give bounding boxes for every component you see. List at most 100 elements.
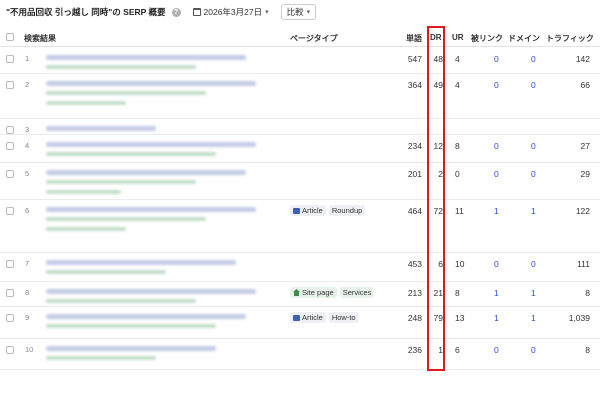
- select-all-checkbox[interactable]: [6, 33, 14, 41]
- row-checkbox[interactable]: [6, 260, 14, 268]
- page-subtype-tag: Roundup: [328, 205, 366, 216]
- domains-cell[interactable]: 0: [531, 141, 536, 151]
- house-icon: [293, 289, 300, 296]
- row-checkbox[interactable]: [6, 126, 14, 134]
- result-url[interactable]: [46, 356, 156, 360]
- ur-cell: 13: [455, 313, 465, 323]
- article-icon: [293, 207, 300, 214]
- row-position: 2: [25, 80, 30, 89]
- result-title-link[interactable]: [46, 142, 256, 147]
- backlinks-cell[interactable]: 1: [494, 313, 499, 323]
- result-title-link[interactable]: [46, 170, 246, 175]
- column-traffic[interactable]: トラフィック: [546, 33, 594, 44]
- table-row[interactable]: 6 Article Roundup 464 72 11 1 1 122: [0, 200, 600, 253]
- backlinks-cell[interactable]: 1: [494, 288, 499, 298]
- backlinks-cell[interactable]: 1: [494, 206, 499, 216]
- serp-header: "不用品回収 引っ越し 同時"の SERP 概要 ? 2026年3月27日 ▾ …: [6, 4, 317, 20]
- backlinks-cell[interactable]: 0: [494, 80, 499, 90]
- row-position: 6: [25, 206, 30, 215]
- dr-cell: 49: [433, 80, 443, 90]
- article-icon: [293, 314, 300, 321]
- table-row[interactable]: 10 236 1 6 0 0 8: [0, 339, 600, 370]
- result-url[interactable]: [46, 180, 196, 184]
- domains-cell[interactable]: 0: [531, 259, 536, 269]
- page-type-tags: Article Roundup: [290, 205, 366, 216]
- domains-cell[interactable]: 1: [531, 288, 536, 298]
- result-url-extra[interactable]: [46, 190, 121, 194]
- words-cell: 453: [407, 259, 422, 269]
- page-subtype-tag: How-to: [328, 312, 359, 323]
- backlinks-cell[interactable]: 0: [494, 54, 499, 64]
- traffic-cell: 66: [580, 80, 590, 90]
- result-title-link[interactable]: [46, 81, 256, 86]
- row-checkbox[interactable]: [6, 314, 14, 322]
- result-url-extra[interactable]: [46, 101, 126, 105]
- page-subtype-label: Services: [342, 288, 372, 297]
- result-title-link[interactable]: [46, 55, 246, 60]
- domains-cell[interactable]: 0: [531, 169, 536, 179]
- row-checkbox[interactable]: [6, 142, 14, 150]
- row-position: 5: [25, 169, 30, 178]
- compare-button[interactable]: 比較 ▾: [280, 4, 317, 20]
- row-checkbox[interactable]: [6, 81, 14, 89]
- backlinks-cell[interactable]: 0: [494, 345, 499, 355]
- result-title-link[interactable]: [46, 126, 156, 131]
- chevron-down-icon: ▾: [265, 9, 269, 16]
- domains-cell[interactable]: 1: [531, 206, 536, 216]
- result-title-link[interactable]: [46, 314, 246, 319]
- date-selector[interactable]: 2026年3月27日 ▾: [192, 6, 269, 18]
- result-url[interactable]: [46, 270, 166, 274]
- table-row[interactable]: 2 364 49 4 0 0 66: [0, 74, 600, 119]
- words-cell: 213: [407, 288, 422, 298]
- row-position: 10: [25, 345, 34, 354]
- words-cell: 364: [407, 80, 422, 90]
- row-checkbox[interactable]: [6, 207, 14, 215]
- table-row[interactable]: 1 547 48 4 0 0 142: [0, 48, 600, 74]
- result-title-link[interactable]: [46, 289, 256, 294]
- traffic-cell: 8: [585, 345, 590, 355]
- table-row[interactable]: 4 234 12 8 0 0 27: [0, 135, 600, 163]
- row-checkbox[interactable]: [6, 346, 14, 354]
- column-backlinks[interactable]: 被リンク: [471, 33, 503, 44]
- result-url[interactable]: [46, 299, 196, 303]
- result-url[interactable]: [46, 324, 216, 328]
- table-header: 検索結果 ページタイプ 単語 DR UR 被リンク ドメイン トラフィック: [0, 28, 600, 47]
- backlinks-cell[interactable]: 0: [494, 141, 499, 151]
- page-subtype-tag: Services: [339, 287, 375, 298]
- table-row[interactable]: 5 201 2 0 0 0 29: [0, 163, 600, 200]
- backlinks-cell[interactable]: 0: [494, 259, 499, 269]
- result-url[interactable]: [46, 217, 206, 221]
- domains-cell[interactable]: 1: [531, 313, 536, 323]
- domains-cell[interactable]: 0: [531, 345, 536, 355]
- result-url[interactable]: [46, 65, 196, 69]
- row-checkbox[interactable]: [6, 289, 14, 297]
- row-checkbox[interactable]: [6, 170, 14, 178]
- domains-cell[interactable]: 0: [531, 80, 536, 90]
- result-url[interactable]: [46, 152, 216, 156]
- table-row[interactable]: 8 Site page Services 213 21 8 1 1 8: [0, 282, 600, 307]
- row-checkbox[interactable]: [6, 55, 14, 63]
- ur-cell: 8: [455, 288, 460, 298]
- row-position: 9: [25, 313, 30, 322]
- result-title-link[interactable]: [46, 346, 216, 351]
- domains-cell[interactable]: 0: [531, 54, 536, 64]
- ur-cell: 6: [455, 345, 460, 355]
- column-dr[interactable]: DR: [430, 33, 442, 42]
- table-row[interactable]: 3: [0, 119, 600, 135]
- result-title-link[interactable]: [46, 207, 256, 212]
- dr-cell: 2: [438, 169, 443, 179]
- question-circle-icon[interactable]: ?: [171, 7, 181, 17]
- column-ur[interactable]: UR: [452, 33, 464, 42]
- column-domains[interactable]: ドメイン: [508, 33, 540, 44]
- column-words[interactable]: 単語: [396, 33, 422, 44]
- result-url-extra[interactable]: [46, 227, 126, 231]
- table-row[interactable]: 7 453 6 10 0 0 111: [0, 253, 600, 282]
- column-page-type[interactable]: ページタイプ: [290, 33, 338, 44]
- column-results[interactable]: 検索結果: [24, 33, 56, 44]
- result-title-link[interactable]: [46, 260, 236, 265]
- dr-cell: 1: [438, 345, 443, 355]
- backlinks-cell[interactable]: 0: [494, 169, 499, 179]
- traffic-cell: 1,039: [568, 313, 590, 323]
- table-row[interactable]: 9 Article How-to 248 79 13 1 1 1,039: [0, 307, 600, 339]
- result-url[interactable]: [46, 91, 206, 95]
